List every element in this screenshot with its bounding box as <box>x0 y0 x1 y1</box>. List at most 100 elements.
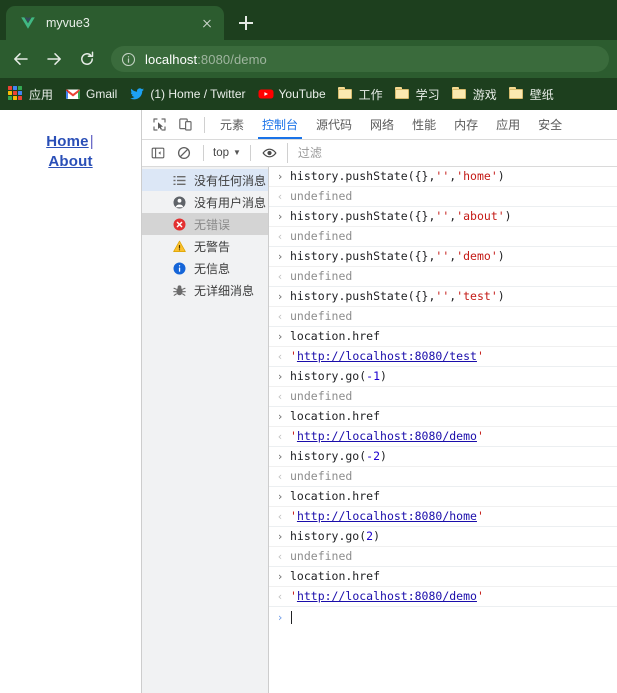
input-marker-icon: › <box>276 410 284 423</box>
console-row-text: history.pushState({},'','about') <box>287 207 512 226</box>
link-about[interactable]: About <box>48 153 92 170</box>
output-marker-icon: ‹ <box>276 470 284 483</box>
console-output-row: ‹'http://localhost:8080/demo' <box>269 587 617 607</box>
sidebar-toggle-icon[interactable] <box>145 140 171 166</box>
device-toolbar-icon[interactable] <box>172 112 198 138</box>
console-row-text[interactable]: 'http://localhost:8080/home' <box>287 507 484 526</box>
console-log-list[interactable]: › history.pushState({},'','home') ‹ undefin… <box>269 167 617 693</box>
bookmarks-bar: 应用 Gmail (1) Home / Twitter YouTube 工作 学… <box>0 78 617 110</box>
devtools-tab-security[interactable]: 安全 <box>529 110 571 139</box>
bookmark-folder-work[interactable]: 工作 <box>338 86 383 103</box>
console-row-text[interactable]: undefined <box>287 227 352 246</box>
sidebar-item-errors[interactable]: 无错误 <box>142 213 268 235</box>
bookmark-folder-wallpaper[interactable]: 壁纸 <box>509 86 554 103</box>
eye-icon[interactable] <box>257 140 283 166</box>
console-output-row: ‹'http://localhost:8080/demo' <box>269 427 617 447</box>
toolbar-divider <box>204 116 205 133</box>
bookmark-label: Gmail <box>86 87 118 101</box>
console-url-link[interactable]: http://localhost:8080/home <box>297 509 477 523</box>
output-marker-icon: ‹ <box>276 350 284 363</box>
console-row-text: history.go(2) <box>287 527 380 546</box>
output-marker-icon: ‹ <box>276 430 284 443</box>
console-token: ' <box>476 589 484 603</box>
apps-grid-icon <box>8 86 24 102</box>
console-row-text[interactable]: 'http://localhost:8080/test' <box>287 347 484 366</box>
console-row-text[interactable]: undefined <box>287 387 352 406</box>
sidebar-item-user-messages[interactable]: 没有用户消息 <box>142 191 268 213</box>
filterbar-divider <box>203 145 204 161</box>
console-prompt[interactable]: › <box>269 607 617 627</box>
console-row-text: location.href <box>287 567 380 586</box>
console-row-text[interactable]: undefined <box>287 187 352 206</box>
folder-icon <box>452 86 468 102</box>
address-bar-url: localhost:8080/demo <box>145 52 267 67</box>
console-row-text[interactable]: undefined <box>287 307 352 326</box>
info-circle-icon[interactable] <box>121 52 136 67</box>
console-input-row: › location.href <box>269 327 617 347</box>
tab-strip: myvue3 <box>0 0 617 40</box>
link-home[interactable]: Home <box>46 133 88 150</box>
console-filter-bar: top ▼ 过滤 <box>142 140 617 167</box>
bookmark-youtube[interactable]: YouTube <box>258 86 326 102</box>
bookmark-gmail[interactable]: Gmail <box>65 86 117 102</box>
console-url-link[interactable]: http://localhost:8080/demo <box>297 589 477 603</box>
clear-console-icon[interactable] <box>171 140 197 166</box>
bookmark-folder-study[interactable]: 学习 <box>395 86 440 103</box>
devtools-tab-sources[interactable]: 源代码 <box>307 110 361 139</box>
sidebar-item-all-messages[interactable]: 没有任何消息 <box>142 169 268 191</box>
console-input-row: › history.go(-1) <box>269 367 617 387</box>
console-token: 'test' <box>456 289 498 303</box>
output-marker-icon: ‹ <box>276 550 284 563</box>
console-row-text[interactable]: undefined <box>287 267 352 286</box>
content-area: Home| About 元素 控制台 源代码 网络 性能 内存 应用 安全 to… <box>0 110 617 693</box>
new-tab-button[interactable] <box>232 9 260 37</box>
console-filter-input[interactable]: 过滤 <box>286 143 617 163</box>
devtools-tab-memory[interactable]: 内存 <box>445 110 487 139</box>
console-output-row: ‹ undefined <box>269 307 617 327</box>
console-row-text[interactable]: 'http://localhost:8080/demo' <box>287 427 484 446</box>
console-input-row: › location.href <box>269 487 617 507</box>
inspect-element-icon[interactable] <box>146 112 172 138</box>
close-icon[interactable] <box>198 14 216 32</box>
devtools-tab-network[interactable]: 网络 <box>361 110 403 139</box>
browser-tab[interactable]: myvue3 <box>6 6 224 40</box>
execution-context-selector[interactable]: top ▼ <box>210 147 244 159</box>
console-token: ) <box>504 209 512 223</box>
sidebar-item-verbose[interactable]: 无详细消息 <box>142 279 268 301</box>
devtools-tab-elements[interactable]: 元素 <box>211 110 253 139</box>
console-token: ' <box>290 509 297 523</box>
sidebar-item-label: 无警告 <box>194 239 231 254</box>
console-token: undefined <box>290 269 353 283</box>
console-row-text: history.pushState({},'','home') <box>287 167 505 186</box>
bookmark-apps[interactable]: 应用 <box>8 86 53 103</box>
console-url-link[interactable]: http://localhost:8080/test <box>297 349 477 363</box>
console-row-text[interactable]: undefined <box>287 547 352 566</box>
bookmark-label: (1) Home / Twitter <box>150 87 246 101</box>
devtools-tab-console[interactable]: 控制台 <box>253 110 307 139</box>
user-icon <box>172 195 186 209</box>
forward-arrow-icon[interactable] <box>41 46 67 72</box>
sidebar-item-info[interactable]: 无信息 <box>142 257 268 279</box>
console-url-link[interactable]: http://localhost:8080/demo <box>297 429 477 443</box>
devtools-tab-application[interactable]: 应用 <box>487 110 529 139</box>
console-token: undefined <box>290 389 353 403</box>
url-host: localhost <box>145 51 198 67</box>
console-row-text: history.go(-1) <box>287 367 387 386</box>
verbose-icon <box>172 283 186 297</box>
console-row-text[interactable]: 'http://localhost:8080/demo' <box>287 587 484 606</box>
address-bar[interactable]: localhost:8080/demo <box>111 46 609 72</box>
console-output-row: ‹ undefined <box>269 187 617 207</box>
reload-icon[interactable] <box>74 46 100 72</box>
sidebar-item-warnings[interactable]: 无警告 <box>142 235 268 257</box>
filterbar-divider-2 <box>249 145 251 161</box>
bookmark-twitter[interactable]: (1) Home / Twitter <box>129 86 246 102</box>
console-token: '' <box>435 289 450 303</box>
console-row-text[interactable]: undefined <box>287 467 352 486</box>
console-token: location.href <box>290 329 381 343</box>
output-marker-icon: ‹ <box>276 590 284 603</box>
devtools-tab-performance[interactable]: 性能 <box>403 110 445 139</box>
console-row-text: location.href <box>287 407 380 426</box>
bookmark-folder-games[interactable]: 游戏 <box>452 86 497 103</box>
bookmark-label: YouTube <box>278 87 326 101</box>
back-arrow-icon[interactable] <box>8 46 34 72</box>
